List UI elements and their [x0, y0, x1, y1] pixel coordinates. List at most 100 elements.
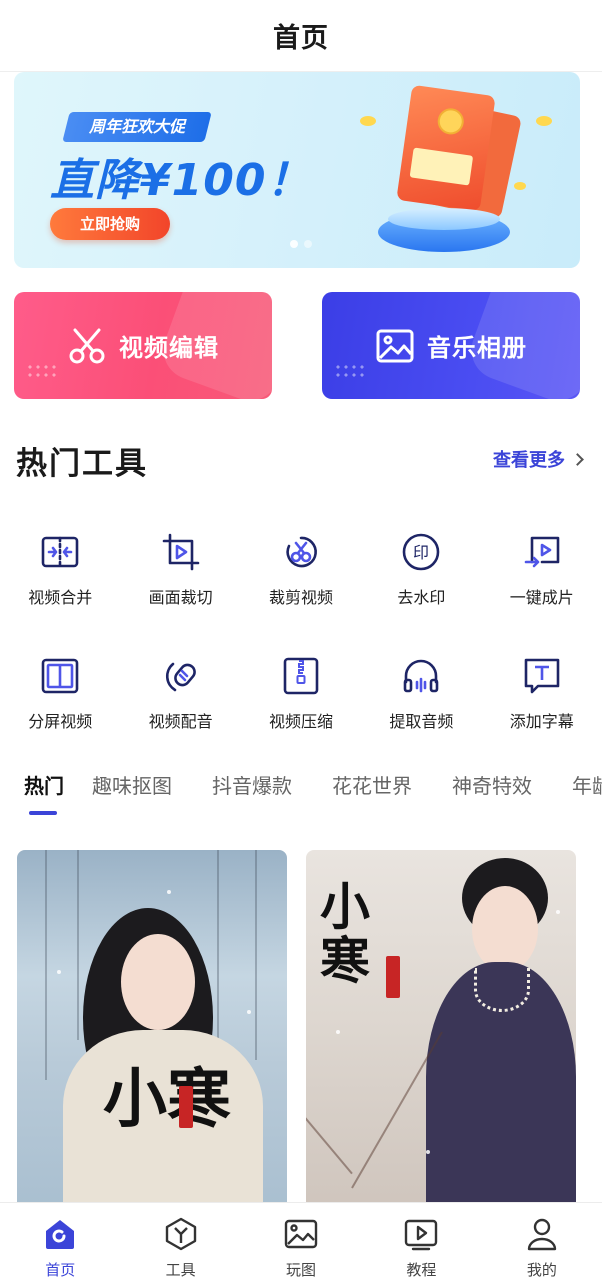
tools-icon [162, 1215, 200, 1253]
tool-cut-video[interactable]: 裁剪视频 [241, 530, 361, 608]
tabbar-label: 玩图 [286, 1261, 317, 1279]
tab-age[interactable]: 年龄 [572, 770, 602, 799]
tab-hot[interactable]: 热门 [24, 770, 64, 799]
template-card[interactable]: 小寒 [17, 850, 287, 1210]
active-tab-indicator [29, 811, 57, 815]
one-click-icon [520, 530, 564, 574]
tab-fun-cutout[interactable]: 趣味抠图 [92, 770, 172, 799]
banner-pager [290, 240, 312, 248]
merge-icon [38, 530, 82, 574]
crop-icon [159, 530, 203, 574]
tabbar-profile[interactable]: 我的 [482, 1203, 602, 1284]
tool-split-screen[interactable]: 分屏视频 [0, 654, 120, 732]
tool-label: 分屏视频 [28, 712, 93, 731]
tool-label: 视频配音 [148, 712, 213, 731]
promo-tag-text: 周年狂欢大促 [88, 117, 185, 136]
picture-icon [282, 1215, 320, 1253]
tool-extract-audio[interactable]: 提取音频 [361, 654, 481, 732]
profile-icon [523, 1215, 561, 1253]
tool-dubbing[interactable]: 视频配音 [120, 654, 240, 732]
top-bar: 首页 [0, 0, 602, 72]
coin-graphic [514, 182, 526, 190]
snowflake [426, 1150, 430, 1154]
tool-compress[interactable]: 视频压缩 [241, 654, 361, 732]
scissors-icon [67, 326, 107, 366]
red-seal [386, 956, 400, 998]
svg-text:印: 印 [413, 543, 429, 562]
red-seal [179, 1086, 193, 1128]
microphone-icon [159, 654, 203, 698]
tabbar-home[interactable]: 首页 [0, 1203, 120, 1284]
buy-now-button[interactable]: 立即抢购 [50, 208, 170, 240]
promo-tag: 周年狂欢大促 [62, 112, 212, 142]
hot-tools-title: 热门工具 [16, 446, 148, 482]
card-dot-pattern [26, 363, 56, 381]
tree-branch [45, 850, 47, 1080]
tree-branch [77, 850, 79, 1040]
chevron-right-icon [571, 452, 584, 466]
tool-label: 裁剪视频 [268, 588, 333, 607]
snowflake [556, 910, 560, 914]
promo-banner[interactable]: 周年狂欢大促 直降¥100！ 立即抢购 [14, 72, 580, 268]
snowflake [167, 890, 171, 894]
compress-icon [279, 654, 323, 698]
category-tabs: 热门 趣味抠图 抖音爆款 花花世界 神奇特效 年龄 [0, 770, 602, 818]
tabbar-label: 工具 [165, 1261, 196, 1279]
image-icon [375, 326, 415, 366]
plum-branch [306, 1065, 353, 1175]
headphones-icon [399, 654, 443, 698]
cut-video-icon [279, 530, 323, 574]
pager-dot-active [290, 240, 298, 248]
pedestal-top-graphic [388, 208, 500, 230]
see-more-link[interactable]: 查看更多 [493, 446, 584, 472]
tab-flower-world[interactable]: 花花世界 [332, 770, 412, 799]
tabbar-play-pictures[interactable]: 玩图 [241, 1203, 361, 1284]
tool-remove-watermark[interactable]: 印 去水印 [361, 530, 481, 608]
tutorial-icon [402, 1215, 440, 1253]
calligraphy-text: 小寒 [103, 1062, 231, 1137]
tab-douyin-hits[interactable]: 抖音爆款 [212, 770, 292, 799]
red-envelope-graphic [396, 84, 496, 212]
tool-one-click[interactable]: 一键成片 [482, 530, 602, 608]
watermark-icon: 印 [399, 530, 443, 574]
portrait-face [472, 886, 538, 972]
coin-graphic [536, 116, 552, 126]
video-edit-card[interactable]: 视频编辑 [14, 292, 272, 399]
tabbar-label: 我的 [526, 1261, 557, 1279]
tool-label: 去水印 [397, 588, 446, 607]
tab-magic-effects[interactable]: 神奇特效 [452, 770, 532, 799]
tabbar-label: 首页 [45, 1261, 76, 1279]
hot-tools-grid: 视频合并 画面裁切 裁剪视频 印 去水印 一键成片 分屏视频 视频配音 视频压缩… [0, 530, 602, 732]
snowflake [247, 1010, 251, 1014]
card-dot-pattern [334, 363, 364, 381]
split-screen-icon [38, 654, 82, 698]
bottom-tab-bar: 首页 工具 玩图 教程 我的 [0, 1202, 602, 1284]
tree-branch [255, 850, 257, 1060]
tool-label: 提取音频 [389, 712, 454, 731]
page-title: 首页 [273, 23, 329, 54]
music-album-card[interactable]: 音乐相册 [322, 292, 580, 399]
subtitle-icon [520, 654, 564, 698]
tabbar-tutorial[interactable]: 教程 [361, 1203, 481, 1284]
tabbar-tools[interactable]: 工具 [120, 1203, 240, 1284]
template-card[interactable]: 小寒 [306, 850, 576, 1210]
portrait-face [121, 934, 195, 1030]
card-decoration [155, 292, 272, 399]
snowflake [57, 970, 61, 974]
coin-graphic [436, 106, 466, 137]
coin-graphic [360, 116, 376, 126]
see-more-label: 查看更多 [493, 450, 565, 471]
card-decoration [463, 292, 580, 399]
coupon-graphic [409, 147, 474, 186]
tool-crop-frame[interactable]: 画面裁切 [120, 530, 240, 608]
tool-video-merge[interactable]: 视频合并 [0, 530, 120, 608]
tool-label: 添加字幕 [509, 712, 574, 731]
pager-dot [304, 240, 312, 248]
home-icon [41, 1215, 79, 1253]
pearl-necklace [474, 968, 530, 1012]
promo-headline: 直降¥100！ [50, 155, 312, 206]
snowflake [336, 1030, 340, 1034]
tool-add-subtitle[interactable]: 添加字幕 [482, 654, 602, 732]
tool-label: 视频压缩 [268, 712, 333, 731]
tool-label: 视频合并 [28, 588, 93, 607]
